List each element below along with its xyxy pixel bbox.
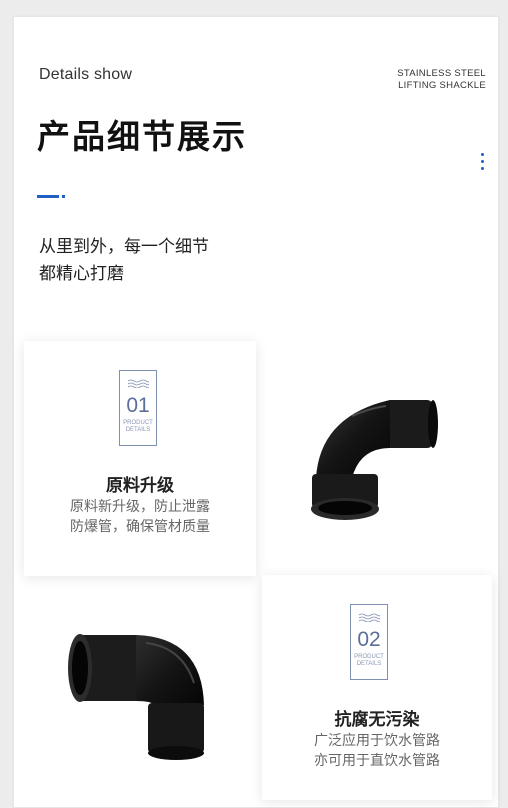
accent-dot — [62, 195, 65, 198]
wave-icon — [358, 613, 381, 623]
feature-card-01: 01 PRODUCT DETAILS 原料升级 原料新升级，防止泄露 防爆管，确… — [24, 341, 256, 576]
page: Details show STAINLESS STEEL LIFTING SHA… — [0, 0, 508, 808]
feature-desc-line-2: 亦可用于直饮水管路 — [314, 753, 440, 769]
intro-line-1: 从里到外，每一个细节 — [39, 237, 209, 257]
badge-number: 02 — [357, 628, 381, 651]
brand-line-1: STAINLESS STEEL — [397, 68, 486, 79]
page-title: 产品细节展示 — [37, 117, 247, 156]
badge-caption-2: DETAILS — [125, 427, 151, 433]
feature-desc-line-1: 原料新升级，防止泄露 — [70, 499, 210, 515]
badge-caption-1: PRODUCT — [354, 654, 384, 660]
vertical-dots-icon — [481, 153, 485, 171]
badge-number: 01 — [126, 394, 150, 417]
brand-line-2: LIFTING SHACKLE — [398, 80, 486, 91]
intro-text: 从里到外，每一个细节 都精心打磨 — [39, 234, 209, 288]
feature-title: 抗腐无污染 — [334, 710, 420, 730]
feature-description: 广泛应用于饮水管路 亦可用于直饮水管路 — [262, 731, 492, 771]
wave-icon — [127, 379, 150, 389]
brand-label: STAINLESS STEEL LIFTING SHACKLE — [397, 68, 486, 92]
pipe-elbow-image — [68, 634, 204, 760]
feature-desc-line-2: 防爆管，确保管材质量 — [70, 519, 210, 535]
section-subtitle: Details show — [39, 66, 133, 83]
accent-line — [37, 195, 59, 198]
badge-caption-2: DETAILS — [356, 661, 382, 667]
badge-caption-1: PRODUCT — [123, 420, 153, 426]
feature-title: 原料升级 — [106, 476, 174, 496]
feature-card-02: 02 PRODUCT DETAILS 抗腐无污染 广泛应用于饮水管路 亦可用于直… — [262, 575, 492, 800]
feature-desc-line-1: 广泛应用于饮水管路 — [314, 733, 440, 749]
feature-description: 原料新升级，防止泄露 防爆管，确保管材质量 — [24, 497, 256, 537]
number-badge: 02 PRODUCT DETAILS — [350, 604, 388, 680]
number-badge: 01 PRODUCT DETAILS — [119, 370, 157, 446]
pipe-elbow-image — [311, 400, 438, 520]
intro-line-2: 都精心打磨 — [39, 264, 124, 284]
